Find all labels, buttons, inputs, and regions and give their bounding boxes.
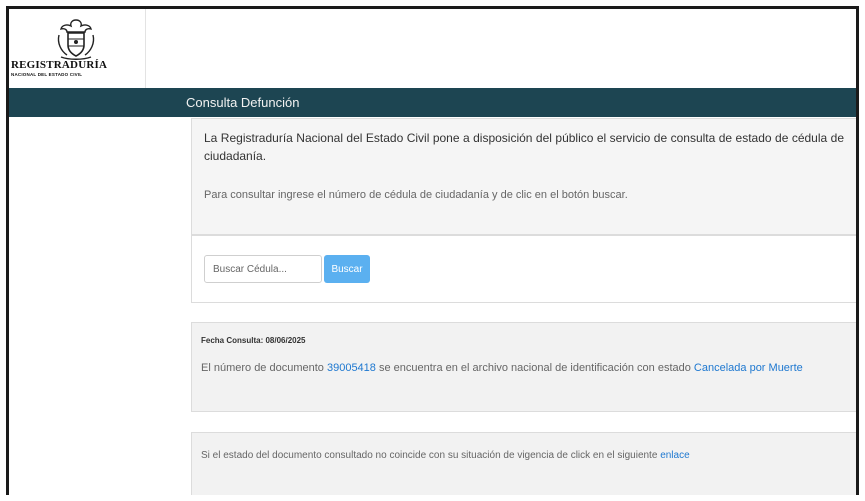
top-header: REGISTRADURÍA NACIONAL DEL ESTADO CIVIL [9, 9, 856, 88]
status-link[interactable]: Cancelada por Muerte [694, 362, 803, 374]
intro-text: La Registraduría Nacional del Estado Civ… [204, 131, 844, 163]
logo-name: REGISTRADURÍA [11, 59, 108, 71]
query-date-label: Fecha Consulta: [201, 336, 264, 345]
instruction-text: Para consultar ingrese el número de cédu… [204, 189, 628, 201]
result-panel: Fecha Consulta: 08/06/2025 El número de … [191, 322, 856, 412]
logo-subtitle: NACIONAL DEL ESTADO CIVIL [11, 72, 83, 77]
intro-panel: La Registraduría Nacional del Estado Civ… [191, 118, 856, 235]
nav-title[interactable]: Consulta Defunción [186, 95, 299, 110]
result-text-middle: se encuentra en el archivo nacional de i… [375, 362, 694, 374]
note-text-body: Si el estado del documento consultado no… [201, 450, 661, 461]
registraduria-logo[interactable]: REGISTRADURÍA NACIONAL DEL ESTADO CIVIL [9, 9, 146, 88]
navbar: Consulta Defunción [9, 88, 856, 117]
coat-of-arms-icon [57, 19, 95, 60]
search-panel: Buscar [191, 235, 856, 303]
query-date: Fecha Consulta: 08/06/2025 [201, 336, 306, 345]
document-number-link[interactable]: 39005418 [327, 362, 376, 374]
search-button[interactable]: Buscar [324, 255, 370, 283]
query-date-value: 08/06/2025 [265, 336, 306, 345]
note-panel: Si el estado del documento consultado no… [191, 432, 856, 495]
result-text: El número de documento 39005418 se encue… [201, 362, 803, 374]
page-frame: REGISTRADURÍA NACIONAL DEL ESTADO CIVIL … [6, 6, 859, 495]
enlace-link[interactable]: enlace [660, 450, 689, 461]
search-input[interactable] [204, 255, 322, 283]
result-text-before: El número de documento [201, 362, 327, 374]
note-text: Si el estado del documento consultado no… [201, 450, 690, 461]
